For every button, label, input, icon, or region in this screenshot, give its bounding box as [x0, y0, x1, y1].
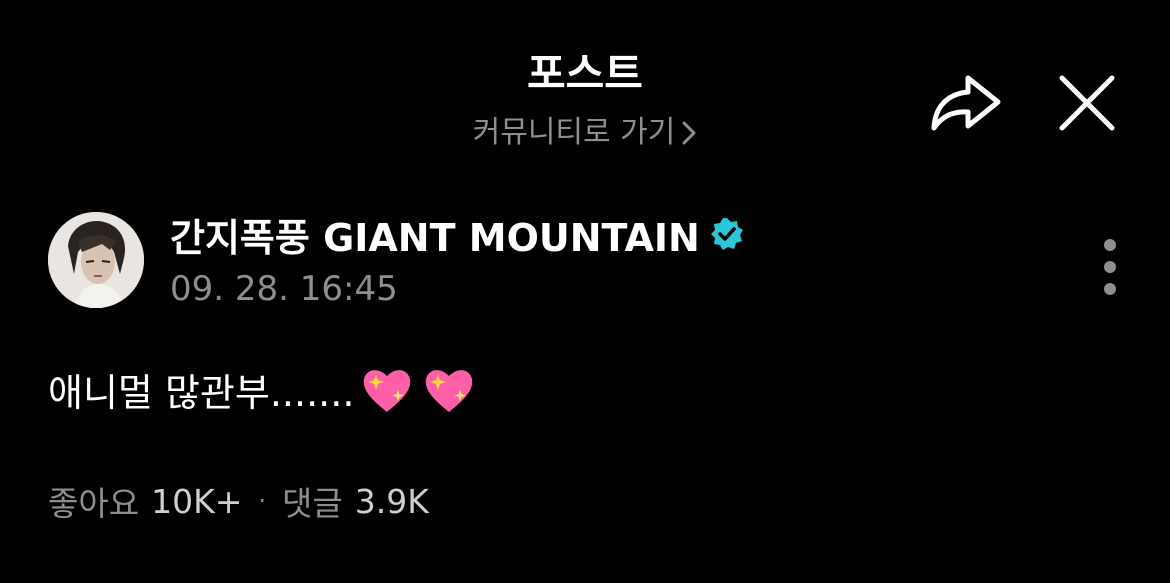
chevron-right-icon — [682, 121, 696, 145]
page-title: 포스트 — [527, 49, 643, 98]
close-button[interactable] — [1052, 68, 1122, 138]
stats-separator: · — [258, 487, 267, 515]
title-block: 포스트 커뮤니티로 가기 — [385, 44, 785, 154]
more-options-button[interactable] — [1090, 236, 1130, 300]
community-link[interactable]: 커뮤니티로 가기 — [473, 112, 698, 154]
more-vertical-icon — [1104, 239, 1116, 295]
post-body: 애니멀 많관부....... — [48, 354, 478, 424]
author-name: 간지폭풍 GIANT MOUNTAIN — [170, 215, 700, 260]
avatar-image — [48, 212, 144, 308]
close-icon — [1059, 75, 1115, 131]
likes-label[interactable]: 좋아요 — [48, 477, 139, 525]
verified-badge-icon — [710, 218, 743, 250]
community-link-label: 커뮤니티로 가기 — [472, 115, 676, 150]
author-name-row[interactable]: 간지폭풍 GIANT MOUNTAIN — [170, 206, 744, 262]
comments-label[interactable]: 댓글 — [282, 477, 343, 525]
sparkling-heart-emoji — [426, 370, 473, 412]
post-stats: 좋아요 10K+ · 댓글 3.9K — [48, 476, 429, 526]
sparkling-heart-emoji — [364, 370, 411, 412]
share-arrow-icon — [931, 75, 1001, 131]
header: 포스트 커뮤니티로 가기 — [0, 0, 1170, 170]
likes-count[interactable]: 10K+ — [151, 482, 242, 521]
comments-count[interactable]: 3.9K — [355, 482, 429, 521]
post-text: 애니멀 많관부....... — [48, 370, 355, 415]
avatar[interactable] — [48, 212, 144, 308]
post-timestamp: 09. 28. 16:45 — [170, 269, 398, 309]
share-button[interactable] — [926, 66, 1006, 136]
